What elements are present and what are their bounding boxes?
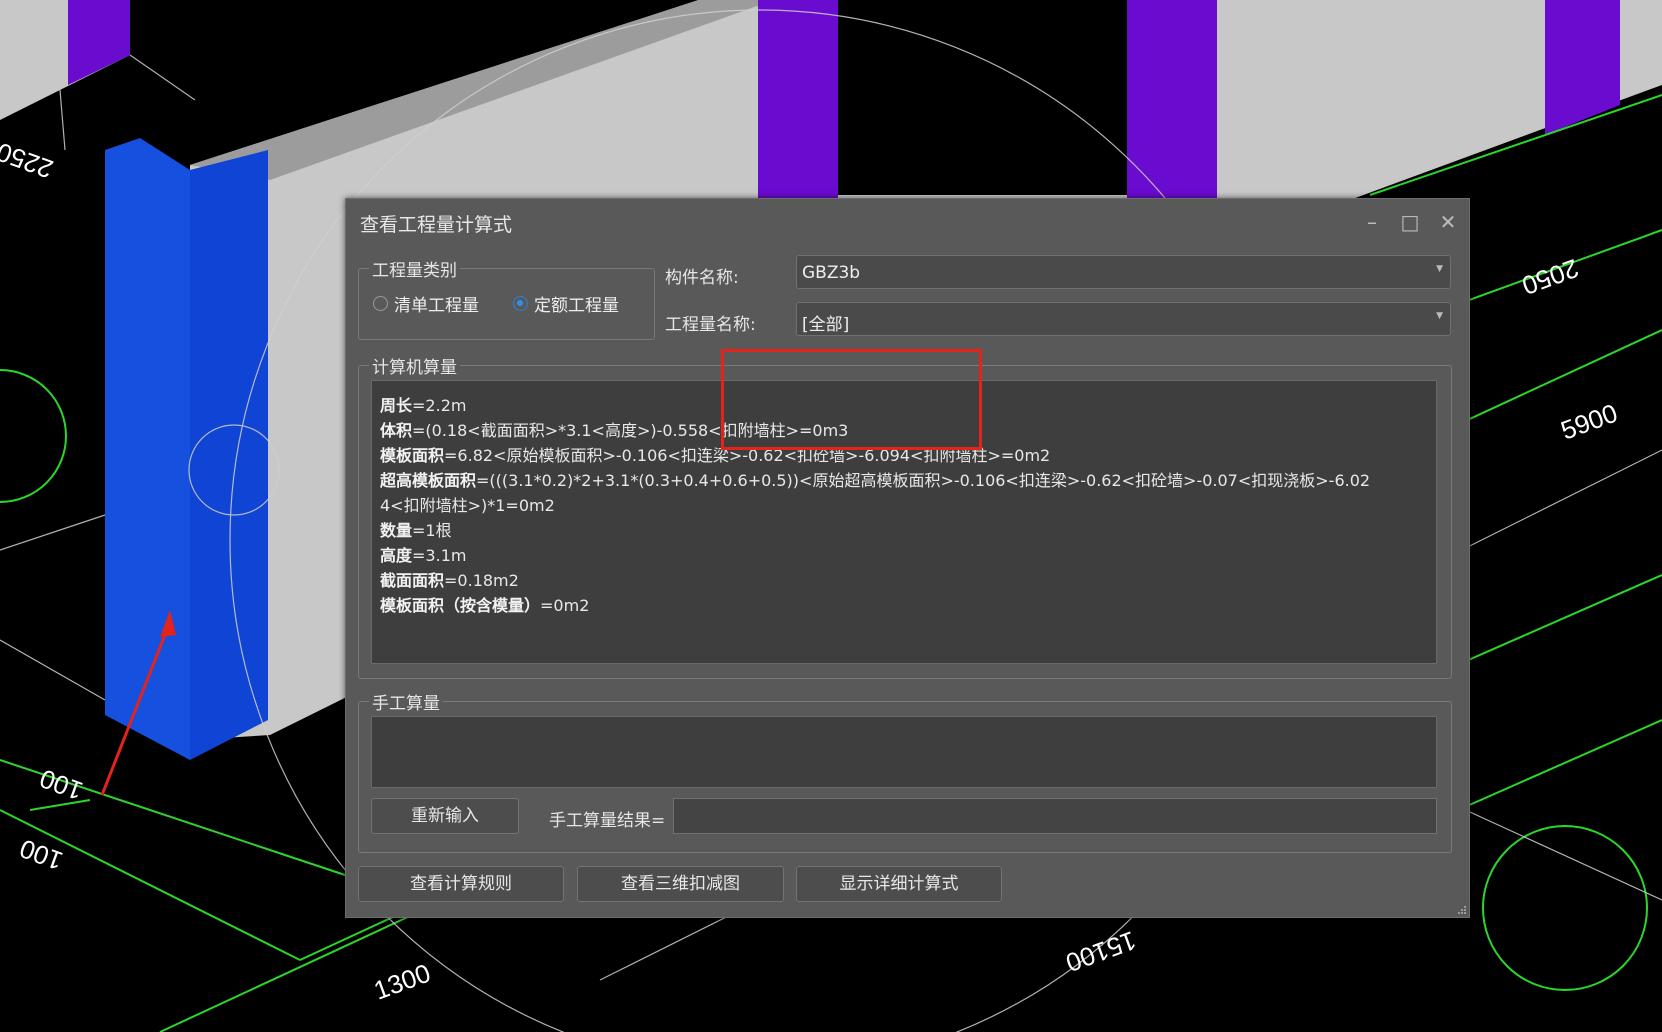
formula-expr: =0m2 — [540, 596, 590, 615]
manual-calc-group: 手工算量 重新输入 手工算量结果= — [358, 689, 1452, 853]
formula-name: 模板面积（按含模量） — [380, 596, 541, 615]
manual-calc-input[interactable] — [371, 716, 1437, 788]
formula-expr: =3.1m — [412, 546, 467, 565]
dialog-titlebar[interactable]: 查看工程量计算式 – □ ✕ — [346, 199, 1469, 245]
component-name-value: GBZ3b — [802, 263, 861, 283]
formula-line: 截面面积=0.18m2 — [380, 567, 519, 591]
formula-expr: 4<扣附墙柱>)*1=0m2 — [380, 496, 555, 515]
formula-name: 数量 — [380, 521, 413, 540]
blue-column-right-face — [190, 150, 268, 760]
radio-bill-quantity[interactable]: 清单工程量 — [373, 291, 479, 316]
manual-calc-legend: 手工算量 — [369, 689, 443, 714]
quantity-name-label: 工程量名称: — [665, 315, 756, 335]
formula-name: 超高模板面积 — [380, 471, 477, 490]
formula-expr: =1根 — [412, 521, 452, 540]
radio-bill-quantity-label: 清单工程量 — [394, 296, 479, 316]
resize-grip-icon[interactable] — [1456, 904, 1466, 914]
formula-line: 超高模板面积=(((3.1*0.2)*2+3.1*(0.3+0.4+0.6+0.… — [380, 467, 1370, 491]
blue-column-left-face — [105, 138, 190, 760]
radio-unchecked-icon — [373, 296, 388, 311]
purple-column-2 — [758, 0, 838, 200]
red-highlight-annotation — [721, 349, 982, 450]
view-calc-rules-button[interactable]: 查看计算规则 — [358, 866, 564, 902]
quantity-type-group: 工程量类别 清单工程量 定额工程量 — [358, 256, 655, 340]
formula-name: 体积 — [380, 421, 413, 440]
formula-expr: =(((3.1*0.2)*2+3.1*(0.3+0.4+0.6+0.5))<原始… — [476, 471, 1371, 490]
quantity-type-legend: 工程量类别 — [369, 256, 460, 281]
view-quantity-formula-dialog: 查看工程量计算式 – □ ✕ 工程量类别 清单工程量 定额工程量 构件名称: G… — [345, 198, 1470, 918]
formula-line: 4<扣附墙柱>)*1=0m2 — [380, 492, 555, 516]
formula-name: 模板面积 — [380, 446, 445, 465]
manual-result-label: 手工算量结果= — [549, 811, 666, 831]
formula-line: 模板面积（按含模量）=0m2 — [380, 592, 589, 616]
component-name-select[interactable]: GBZ3b ▼ — [796, 255, 1451, 289]
chevron-down-icon: ▼ — [1436, 311, 1443, 321]
chevron-down-icon: ▼ — [1436, 264, 1443, 274]
quantity-name-value: [全部] — [802, 315, 850, 335]
view-3d-deduction-button[interactable]: 查看三维扣减图 — [577, 866, 784, 902]
formula-line: 高度=3.1m — [380, 542, 466, 566]
quantity-name-select[interactable]: [全部] ▼ — [796, 302, 1451, 336]
formula-line: 周长=2.2m — [380, 392, 466, 416]
radio-checked-icon — [513, 296, 528, 311]
show-detail-formula-button[interactable]: 显示详细计算式 — [796, 866, 1002, 902]
reinput-button[interactable]: 重新输入 — [371, 798, 519, 834]
formula-name: 高度 — [380, 546, 413, 565]
formula-line: 数量=1根 — [380, 517, 452, 541]
purple-column-3 — [1127, 0, 1217, 200]
computer-calc-legend: 计算机算量 — [369, 353, 460, 378]
formula-expr: =0.18m2 — [444, 571, 519, 590]
minimize-button[interactable]: – — [1359, 209, 1385, 235]
formula-expr: =2.2m — [412, 396, 467, 415]
manual-result-input[interactable] — [673, 798, 1437, 834]
radio-quota-quantity[interactable]: 定额工程量 — [513, 291, 619, 316]
dialog-title: 查看工程量计算式 — [360, 214, 513, 236]
formula-name: 截面面积 — [380, 571, 445, 590]
radio-quota-quantity-label: 定额工程量 — [534, 296, 619, 316]
formula-name: 周长 — [380, 396, 413, 415]
component-name-label: 构件名称: — [665, 268, 739, 288]
close-button[interactable]: ✕ — [1435, 209, 1461, 235]
maximize-button[interactable]: □ — [1397, 209, 1423, 235]
